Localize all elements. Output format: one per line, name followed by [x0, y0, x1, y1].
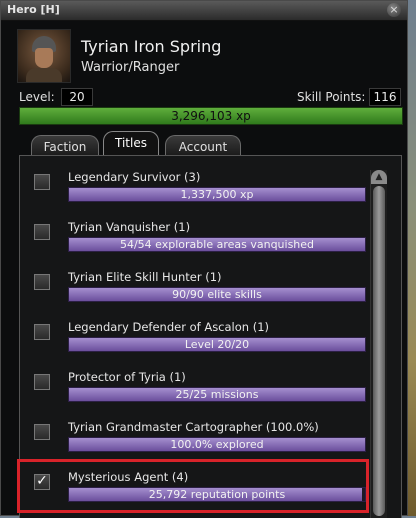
title-bar[interactable]: Hero [H] × — [1, 1, 407, 21]
title-progress-text: Level 20/20 — [184, 338, 250, 351]
skill-points-label: Skill Points: — [297, 90, 366, 104]
experience-bar: 3,296,103 xp — [19, 107, 403, 125]
title-name: Legendary Survivor (3) — [68, 170, 201, 184]
hero-window: Hero [H] × Tyrian Iron Spring Warrior/Ra… — [0, 0, 408, 518]
tab-faction[interactable]: Faction — [31, 135, 99, 156]
title-progress-text: 90/90 elite skills — [172, 288, 262, 301]
character-profession: Warrior/Ranger — [81, 60, 180, 75]
title-progress-bar: 1,337,500 xp — [68, 187, 366, 202]
title-row: Tyrian Elite Skill Hunter (1) 90/90 elite… — [20, 260, 368, 310]
title-row: Legendary Defender of Ascalon (1) Level 2… — [20, 310, 368, 360]
scrollbar[interactable]: ▲ — [370, 170, 387, 518]
close-icon[interactable]: × — [387, 3, 401, 17]
title-progress-text: 54/54 explorable areas vanquished — [119, 238, 315, 251]
title-row: Tyrian Grandmaster Cartographer (100.0%)… — [20, 410, 368, 460]
title-progress-bar: Level 20/20 — [68, 337, 366, 352]
title-progress-text: 1,337,500 xp — [180, 188, 254, 201]
title-name: Protector of Tyria (1) — [68, 370, 186, 384]
highlight-box — [17, 459, 369, 513]
character-name: Tyrian Iron Spring — [81, 37, 222, 56]
level-label: Level: — [19, 90, 55, 104]
title-progress-bar: 25/25 missions — [68, 387, 366, 402]
character-portrait — [17, 29, 71, 83]
title-progress-text: 100.0% explored — [170, 438, 264, 451]
skill-points-value: 116 — [369, 88, 401, 106]
display-title-checkbox[interactable] — [34, 224, 50, 240]
scrollbar-thumb[interactable] — [373, 186, 385, 516]
title-progress-bar: 100.0% explored — [68, 437, 366, 452]
title-progress-bar: 54/54 explorable areas vanquished — [68, 237, 366, 252]
window-title: Hero [H] — [7, 3, 60, 16]
title-row: Tyrian Vanquisher (1) 54/54 explorable ar… — [20, 210, 368, 260]
display-title-checkbox[interactable] — [34, 374, 50, 390]
title-name: Tyrian Elite Skill Hunter (1) — [68, 270, 222, 284]
title-progress-text: 25/25 missions — [175, 388, 259, 401]
title-progress-bar: 90/90 elite skills — [68, 287, 366, 302]
display-title-checkbox[interactable] — [34, 424, 50, 440]
tab-account[interactable]: Account — [165, 135, 241, 156]
title-row: Protector of Tyria (1) 25/25 missions — [20, 360, 368, 410]
title-name: Tyrian Grandmaster Cartographer (100.0%) — [68, 420, 319, 434]
display-title-checkbox[interactable] — [34, 324, 50, 340]
title-row: Legendary Survivor (3) 1,337,500 xp — [20, 160, 368, 210]
title-name: Legendary Defender of Ascalon (1) — [68, 320, 270, 334]
title-name: Tyrian Vanquisher (1) — [68, 220, 191, 234]
scroll-up-icon[interactable]: ▲ — [371, 170, 387, 184]
display-title-checkbox[interactable] — [34, 174, 50, 190]
display-title-checkbox[interactable] — [34, 274, 50, 290]
level-value: 20 — [61, 88, 93, 106]
tab-titles[interactable]: Titles — [103, 131, 159, 157]
